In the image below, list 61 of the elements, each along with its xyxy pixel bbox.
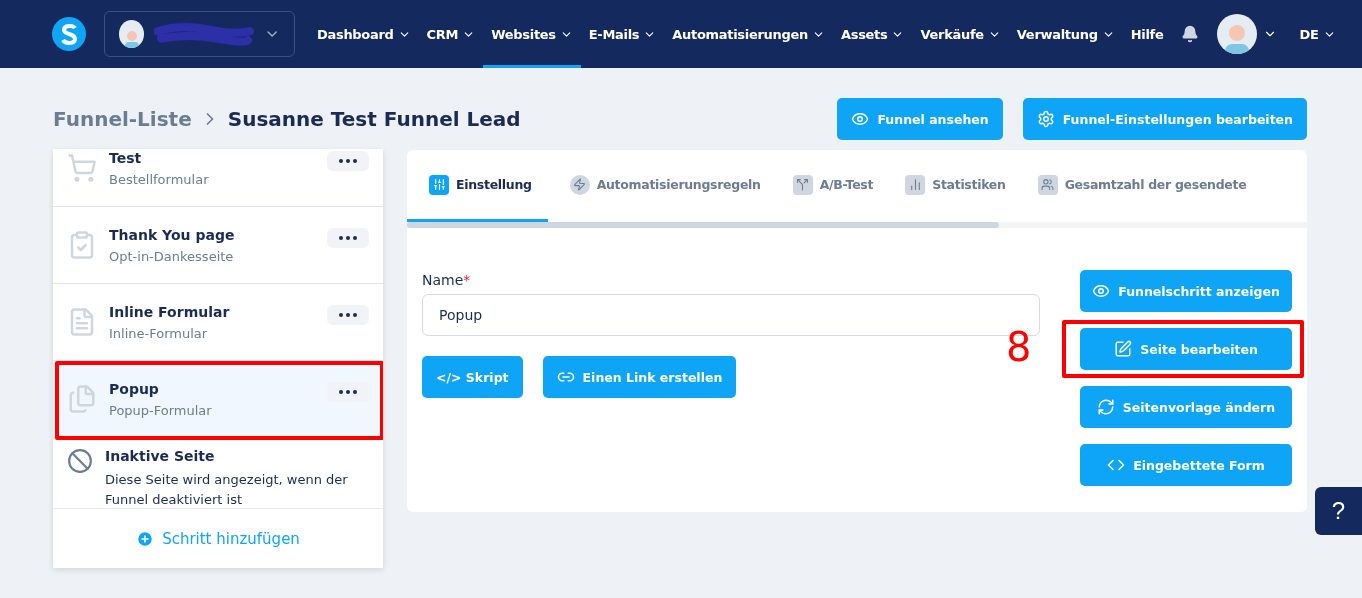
field-label: Name* xyxy=(422,272,472,288)
avatar-icon[interactable] xyxy=(1217,14,1258,54)
language-select[interactable]: DE xyxy=(1291,23,1344,45)
funnel-step[interactable]: Inline Formular Inline-Formular xyxy=(53,284,383,361)
settings-icon xyxy=(1036,110,1055,128)
logo-icon[interactable] xyxy=(52,17,86,51)
more-button[interactable] xyxy=(327,151,369,171)
tab[interactable]: Automatisierungsregeln xyxy=(547,150,771,222)
help-button[interactable]: ? xyxy=(1315,487,1362,535)
more-button[interactable] xyxy=(327,305,369,325)
step-icon xyxy=(67,384,97,414)
step-icon xyxy=(67,153,97,183)
scrollbar[interactable] xyxy=(407,222,1307,228)
step-title: Popup xyxy=(109,380,160,397)
help-link[interactable]: Hilfe xyxy=(1122,0,1172,68)
eye-icon xyxy=(851,110,870,128)
funnel-step[interactable]: Test Bestellformular xyxy=(53,149,383,207)
tab-icon xyxy=(792,174,813,195)
more-icon xyxy=(339,236,357,240)
account-switcher[interactable] xyxy=(104,11,295,57)
bell-icon[interactable] xyxy=(1181,25,1200,43)
breadcrumb-link[interactable]: Funnel-Liste xyxy=(53,107,192,131)
more-button[interactable] xyxy=(327,382,369,402)
tab[interactable]: Gesamtzahl der gesendete xyxy=(1015,150,1257,222)
step-title: Inline Formular xyxy=(109,303,230,320)
nav-item[interactable]: Automatisierungen xyxy=(664,0,833,68)
nav-item[interactable]: Assets xyxy=(832,0,913,68)
step-title: Test xyxy=(109,149,143,166)
more-icon xyxy=(339,390,357,394)
nav-item[interactable]: Verkäufe xyxy=(912,0,1009,68)
avatar-icon xyxy=(119,20,145,48)
step-title: Thank You page xyxy=(109,226,235,243)
nav-item[interactable]: CRM xyxy=(418,0,484,68)
refresh-icon xyxy=(1096,398,1115,416)
nav-item[interactable]: Dashboard xyxy=(309,0,419,68)
tab-icon xyxy=(429,174,449,195)
step-type: Bestellformular xyxy=(109,171,209,187)
more-icon xyxy=(339,313,357,317)
tab-icon xyxy=(569,174,590,195)
nav-item[interactable]: E-Mails xyxy=(580,0,665,68)
required-mark: * xyxy=(463,272,471,288)
step-title: Inaktive Seite xyxy=(105,448,216,464)
tab-icon xyxy=(1037,174,1058,195)
inactive-icon xyxy=(67,448,93,474)
page-title: Susanne Test Funnel Lead xyxy=(227,107,521,131)
tab-icon xyxy=(905,174,926,195)
more-icon xyxy=(339,159,357,163)
tab[interactable]: A/B-Test xyxy=(770,150,884,222)
step-type: Opt-in-Dankesseite xyxy=(109,248,235,264)
step-type: Inline-Formular xyxy=(109,325,209,341)
more-button[interactable] xyxy=(327,228,369,248)
nav-item[interactable]: Websites xyxy=(483,0,581,68)
funnel-step[interactable]: Thank You page Opt-in-Dankesseite xyxy=(53,207,383,284)
step-description: Diese Seite wird angezeigt, wenn der Funnel deaktiviert ist xyxy=(105,471,349,508)
eye-icon xyxy=(1092,282,1111,300)
edit-icon xyxy=(1114,340,1133,358)
step-type: Popup-Formular xyxy=(109,402,212,418)
funnel-step[interactable]: Popup Popup-Formular xyxy=(53,361,383,438)
tab[interactable]: Statistiken xyxy=(883,150,1016,222)
nav-item[interactable]: Verwaltung xyxy=(1008,0,1123,68)
plus-icon xyxy=(136,529,155,548)
